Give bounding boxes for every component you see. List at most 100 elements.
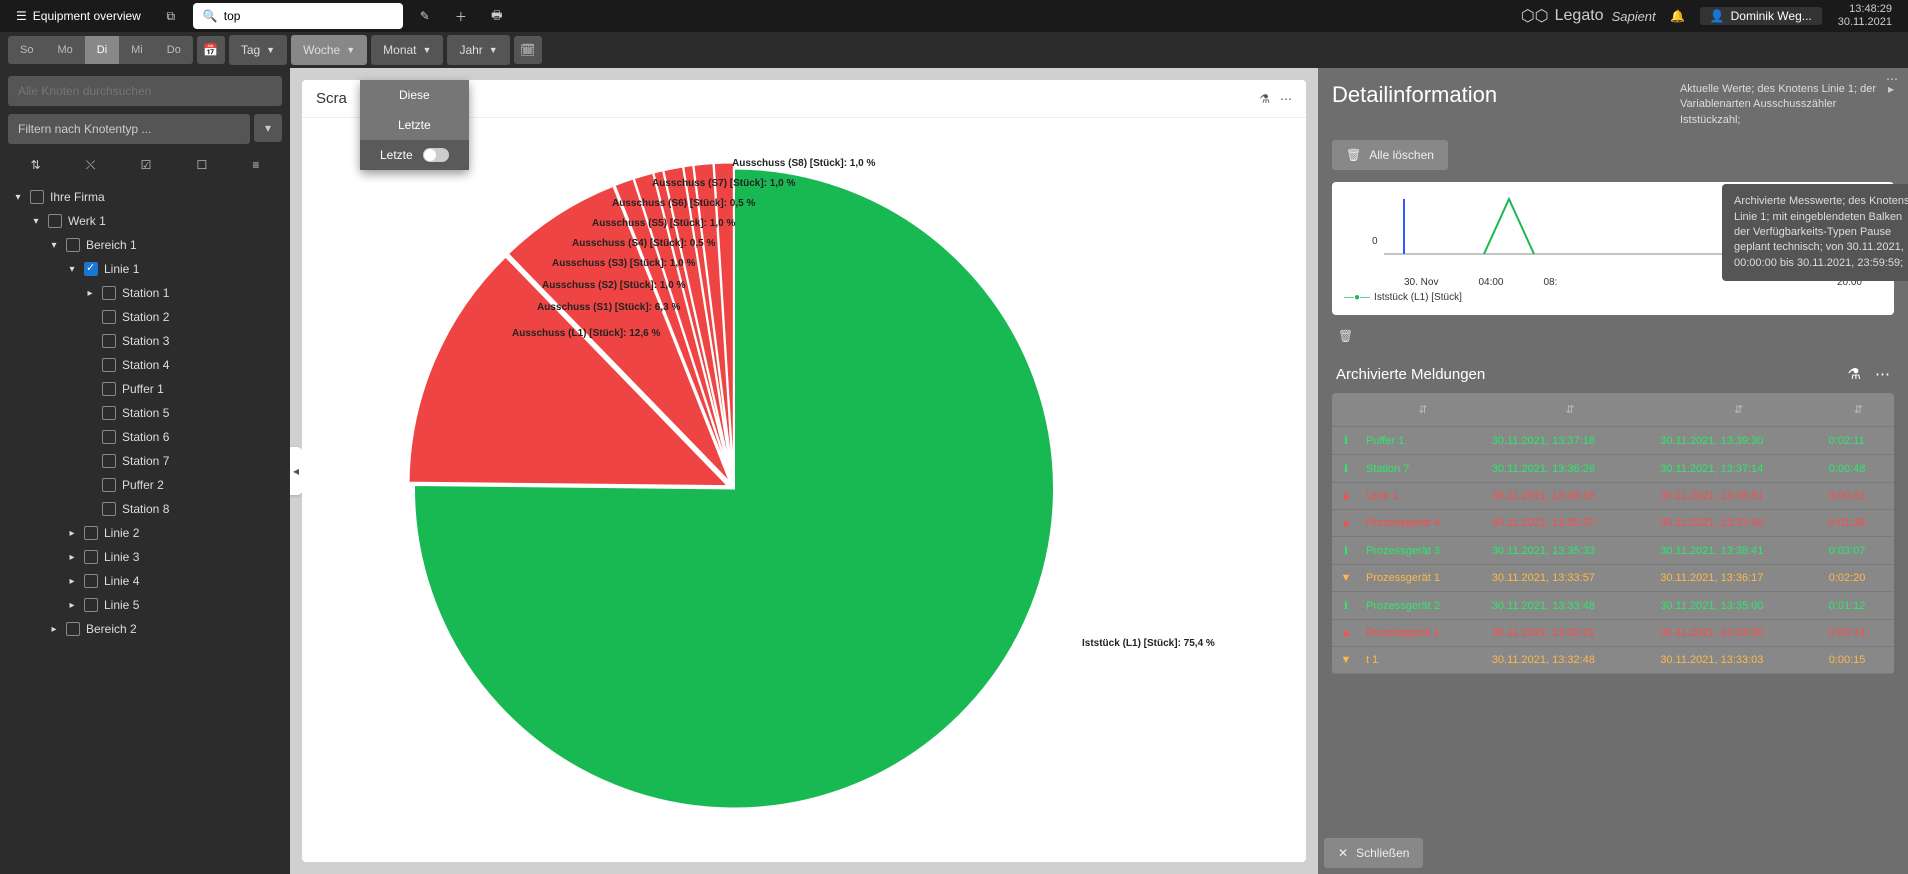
expand-all-icon[interactable]: ⇅	[31, 158, 41, 173]
filter-icon[interactable]: ⚗	[1259, 92, 1270, 106]
calendar-day-icon[interactable]: 📅	[197, 36, 225, 64]
table-row[interactable]: ℹProzessgerät 230.11.2021, 13:33:4830.11…	[1332, 592, 1894, 620]
chevron-icon[interactable]: ▸	[48, 624, 60, 635]
clear-all-button[interactable]: 🗑 Alle löschen	[1332, 140, 1448, 170]
more-icon[interactable]: ⋯	[1280, 92, 1292, 106]
messages-more-icon[interactable]: ⋯	[1875, 365, 1890, 383]
period-jahr[interactable]: Jahr ▼	[447, 35, 509, 65]
day-tab-do[interactable]: Do	[155, 36, 193, 64]
table-row[interactable]: ▼Prozessgerät 130.11.2021, 13:33:5730.11…	[1332, 565, 1894, 592]
tree-checkbox[interactable]	[30, 190, 44, 204]
chevron-icon[interactable]: ▸	[66, 600, 78, 611]
chevron-icon[interactable]: ▾	[12, 192, 24, 203]
tree-node[interactable]: Station 2	[8, 305, 282, 329]
check-all-icon[interactable]: ☑	[141, 158, 152, 173]
tree-node[interactable]: ▸Linie 2	[8, 521, 282, 545]
day-tab-mo[interactable]: Mo	[45, 36, 84, 64]
tree-checkbox[interactable]	[84, 526, 98, 540]
tree-node[interactable]: ▸Station 1	[8, 281, 282, 305]
tree-node[interactable]: ▸Bereich 2	[8, 617, 282, 641]
menu-overview[interactable]: ☰ Equipment overview	[8, 5, 149, 27]
period-woche[interactable]: Woche ▼	[291, 35, 367, 65]
sort-col-3[interactable]: ⇵	[1654, 393, 1822, 427]
edit-icon[interactable]: ✎	[411, 2, 439, 30]
tree-node[interactable]: Station 7	[8, 449, 282, 473]
tree-node[interactable]: Station 8	[8, 497, 282, 521]
tree-node[interactable]: ▸Linie 3	[8, 545, 282, 569]
tree-checkbox[interactable]	[48, 214, 62, 228]
tree-checkbox[interactable]	[102, 382, 116, 396]
chevron-icon[interactable]: ▸	[84, 288, 96, 299]
day-tab-di[interactable]: Di	[85, 36, 119, 64]
tree-checkbox[interactable]	[102, 430, 116, 444]
table-row[interactable]: ▲Linie 130.11.2021, 13:36:1930.11.2021, …	[1332, 483, 1894, 510]
tree-checkbox[interactable]	[84, 550, 98, 564]
day-tab-mi[interactable]: Mi	[119, 36, 155, 64]
chevron-icon[interactable]: ▸	[66, 552, 78, 563]
tree-node[interactable]: ▸Linie 4	[8, 569, 282, 593]
chevron-icon[interactable]: ▾	[66, 264, 78, 275]
chevron-icon[interactable]: ▸	[66, 528, 78, 539]
tree-node[interactable]: ▸Linie 5	[8, 593, 282, 617]
sort-col-1[interactable]: ⇵	[1360, 393, 1486, 427]
sort-col-4[interactable]: ⇵	[1823, 393, 1894, 427]
tree-node[interactable]: Station 3	[8, 329, 282, 353]
day-tab-so[interactable]: So	[8, 36, 45, 64]
bell-icon[interactable]: 🔔	[1664, 2, 1692, 30]
tree-checkbox[interactable]	[102, 454, 116, 468]
tree-checkbox[interactable]	[66, 238, 80, 252]
table-row[interactable]: ℹProzessgerät 330.11.2021, 13:35:3330.11…	[1332, 537, 1894, 565]
toggle-switch[interactable]	[423, 148, 449, 162]
table-row[interactable]: ▲Prozessgerät 130.11.2021, 13:33:2130.11…	[1332, 620, 1894, 647]
tree-checkbox[interactable]	[102, 502, 116, 516]
tree-node[interactable]: Station 4	[8, 353, 282, 377]
tree-node[interactable]: Puffer 1	[8, 377, 282, 401]
tree-checkbox[interactable]	[84, 574, 98, 588]
table-row[interactable]: ℹPuffer 130.11.2021, 13:37:1830.11.2021,…	[1332, 427, 1894, 455]
print-icon[interactable]: 🖶	[483, 2, 511, 30]
tree-node[interactable]: Station 5	[8, 401, 282, 425]
tree-checkbox[interactable]	[102, 310, 116, 324]
tree-checkbox[interactable]	[102, 286, 116, 300]
chevron-icon[interactable]: ▾	[30, 216, 42, 227]
uncheck-all-icon[interactable]: ☐	[196, 158, 207, 173]
copy-icon[interactable]: ⧉	[157, 2, 185, 30]
tree-checkbox[interactable]	[102, 334, 116, 348]
chevron-icon[interactable]: ▸	[66, 576, 78, 587]
calendar-range-icon[interactable]: 🗓	[514, 36, 542, 64]
tree-node[interactable]: ▾Bereich 1	[8, 233, 282, 257]
user-chip[interactable]: 👤 Dominik Weg...	[1700, 7, 1822, 25]
period-monat[interactable]: Monat ▼	[371, 35, 443, 65]
tree-checkbox[interactable]	[102, 406, 116, 420]
tree-search-input[interactable]	[8, 76, 282, 106]
search-box[interactable]: 🔍	[193, 3, 403, 29]
filter-chevron-icon[interactable]: ▾	[254, 114, 282, 142]
filter-messages-icon[interactable]: ⚗	[1848, 365, 1861, 383]
panel-more-icon[interactable]: ⋯	[1886, 72, 1898, 86]
tree-checkbox[interactable]	[84, 598, 98, 612]
period-tag[interactable]: Tag ▼	[229, 35, 287, 65]
tree-checkbox[interactable]	[84, 262, 98, 276]
tree-node[interactable]: Puffer 2	[8, 473, 282, 497]
table-row[interactable]: ℹStation 730.11.2021, 13:36:2630.11.2021…	[1332, 455, 1894, 483]
tree-checkbox[interactable]	[66, 622, 80, 636]
close-button[interactable]: ✕ Schließen	[1324, 838, 1423, 868]
table-row[interactable]: ▲Prozessgerät 430.11.2021, 13:35:5730.11…	[1332, 510, 1894, 537]
chevron-icon[interactable]: ▾	[48, 240, 60, 251]
add-icon[interactable]: ＋	[447, 2, 475, 30]
tree-node[interactable]: ▾Werk 1	[8, 209, 282, 233]
tree-node[interactable]: Station 6	[8, 425, 282, 449]
search-input[interactable]	[224, 9, 393, 23]
filter-select[interactable]: Filtern nach Knotentyp ...	[8, 114, 250, 144]
dropdown-item-2[interactable]: Letzte	[360, 140, 469, 170]
delete-chart-icon[interactable]: 🗑	[1338, 329, 1894, 343]
tree-node[interactable]: ▾Linie 1	[8, 257, 282, 281]
sort-col-2[interactable]: ⇵	[1486, 393, 1654, 427]
tree-checkbox[interactable]	[102, 478, 116, 492]
tree-checkbox[interactable]	[102, 358, 116, 372]
sort-icon[interactable]: ≡	[252, 158, 259, 173]
table-row[interactable]: ▼t 130.11.2021, 13:32:4830.11.2021, 13:3…	[1332, 647, 1894, 674]
tree-node[interactable]: ▾Ihre Firma	[8, 185, 282, 209]
dropdown-item-1[interactable]: Letzte	[360, 110, 469, 140]
collapse-all-icon[interactable]: ⤬	[86, 158, 96, 173]
